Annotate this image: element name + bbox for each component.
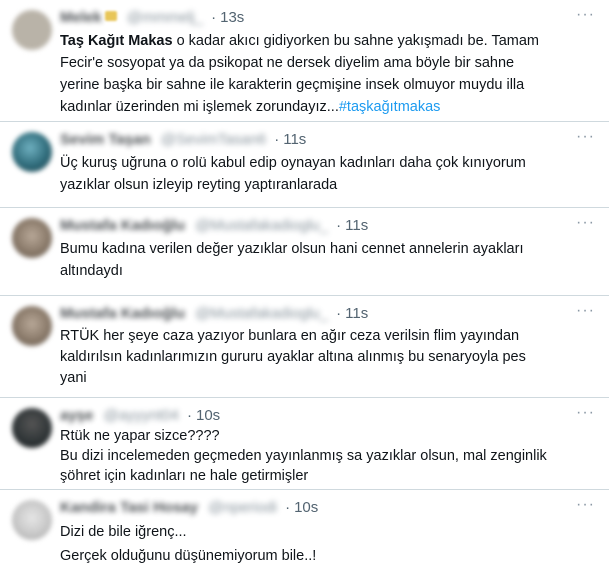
separator-dot: · <box>186 407 192 424</box>
avatar[interactable] <box>12 408 52 448</box>
author-name[interactable]: Mustafa Kadıoğlu <box>60 304 185 324</box>
tweet[interactable]: Mustafa Kadıoğlu @Mustafakadioglu_ · 11s … <box>0 296 609 398</box>
more-options-icon[interactable]: ··· <box>576 6 595 24</box>
more-options-icon[interactable]: ··· <box>576 496 595 514</box>
avatar[interactable] <box>12 218 52 258</box>
more-options-icon[interactable]: ··· <box>576 128 595 146</box>
tweet-text-bold: Taş Kağıt Makas <box>60 33 173 49</box>
avatar[interactable] <box>12 306 52 346</box>
tweet-text: Dizi de bile iğrenç... Gerçek olduğunu d… <box>60 524 317 564</box>
tweet[interactable]: Kandira Tasi Hosay @nperiodi · 10s ··· Di… <box>0 490 609 583</box>
tweet[interactable]: Mustafa Kadıoğlu @Mustafakadioglu_ · 11s … <box>0 208 609 296</box>
author-name[interactable]: Mustafa Kadıoğlu <box>60 216 185 236</box>
more-options-icon[interactable]: ··· <box>576 302 595 320</box>
timestamp[interactable]: 13s <box>220 9 244 26</box>
separator-dot: · <box>274 131 280 148</box>
author-handle[interactable]: @Mustafakadioglu_ <box>195 216 328 236</box>
more-options-icon[interactable]: ··· <box>576 214 595 232</box>
timestamp[interactable]: 11s <box>345 305 368 322</box>
author-name[interactable]: Kandira Tasi Hosay <box>60 498 198 518</box>
tweet-header: Sevim Taşan @SevimTasan6 · 11s <box>60 130 306 150</box>
tweet-header: ayşe @ayyynt04 · 10s <box>60 406 220 426</box>
hashtag-link[interactable]: #taşkağıtmakas <box>339 99 441 115</box>
avatar[interactable] <box>12 132 52 172</box>
separator-dot: · <box>285 499 291 516</box>
tweet-header: Kandira Tasi Hosay @nperiodi · 10s <box>60 498 318 518</box>
tweet-text: Rtük ne yapar sizce???? Bu dizi inceleme… <box>60 428 547 484</box>
tweet[interactable]: Melek @mmmelj_ · 13s ··· Taş Kağıt Makas … <box>0 0 609 122</box>
tweet-header: Melek @mmmelj_ · 13s <box>60 8 244 28</box>
tweet[interactable]: ayşe @ayyynt04 · 10s ··· Rtük ne yapar si… <box>0 398 609 490</box>
tweet-feed: Melek @mmmelj_ · 13s ··· Taş Kağıt Makas … <box>0 0 609 583</box>
timestamp[interactable]: 11s <box>345 217 368 234</box>
tweet-header: Mustafa Kadıoğlu @Mustafakadioglu_ · 11s <box>60 304 368 324</box>
separator-dot: · <box>211 9 217 26</box>
author-handle[interactable]: @mmmelj_ <box>127 8 203 28</box>
timestamp[interactable]: 10s <box>294 499 318 516</box>
tweet-text: Taş Kağıt Makas o kadar akıcı gidiyorken… <box>60 30 596 118</box>
tweet-text: Bumu kadına verilen değer yazıklar olsun… <box>60 241 524 279</box>
author-handle[interactable]: @ayyynt04 <box>104 406 179 426</box>
avatar[interactable] <box>12 10 52 50</box>
timestamp[interactable]: 11s <box>283 131 306 148</box>
avatar[interactable] <box>12 500 52 540</box>
separator-dot: · <box>336 305 342 322</box>
tweet-text: Üç kuruş uğruna o rolü kabul edip oynaya… <box>60 155 526 193</box>
more-options-icon[interactable]: ··· <box>576 404 595 422</box>
tweet[interactable]: Sevim Taşan @SevimTasan6 · 11s ··· Üç kur… <box>0 122 609 208</box>
author-name[interactable]: ayşe <box>60 406 93 426</box>
timestamp[interactable]: 10s <box>196 407 220 424</box>
author-handle[interactable]: @Mustafakadioglu_ <box>195 304 328 324</box>
author-handle[interactable]: @SevimTasan6 <box>161 130 266 150</box>
tweet-text: RTÜK her şeye caza yazıyor bunlara en ağ… <box>60 328 526 386</box>
tweet-header: Mustafa Kadıoğlu @Mustafakadioglu_ · 11s <box>60 216 368 236</box>
author-name[interactable]: Sevim Taşan <box>60 130 151 150</box>
author-name[interactable]: Melek <box>60 8 102 28</box>
author-handle[interactable]: @nperiodi <box>208 498 277 518</box>
separator-dot: · <box>336 217 342 234</box>
verified-badge-icon <box>104 11 117 21</box>
